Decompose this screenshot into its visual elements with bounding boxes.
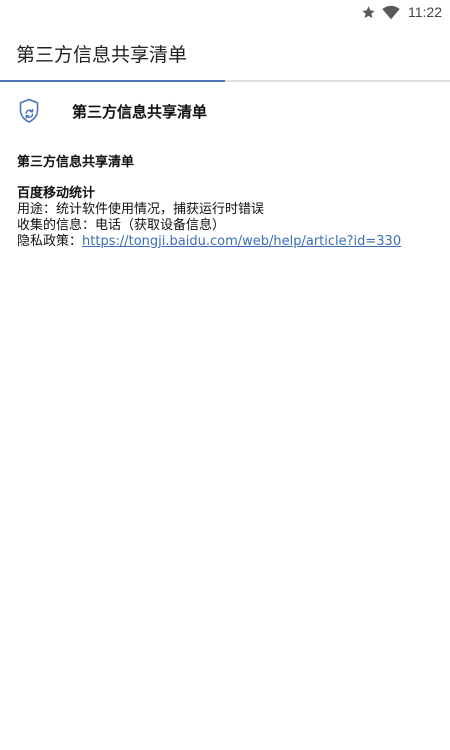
- status-time: 11:22: [408, 4, 442, 20]
- shield-icon: [18, 98, 40, 124]
- app-bar: 第三方信息共享清单: [0, 25, 450, 81]
- sdk-name: 百度移动统计: [17, 186, 96, 201]
- wifi-icon: [382, 5, 400, 20]
- sdk-collected-value: 电话（获取设备信息）: [95, 218, 226, 233]
- sdk-collected-line: 收集的信息：电话（获取设备信息）: [17, 218, 437, 234]
- sdk-entry: 百度移动统计 用途：统计软件使用情况，捕获运行时错误 收集的信息：电话（获取设备…: [17, 186, 437, 250]
- sdk-policy-label: 隐私政策：: [17, 234, 83, 249]
- privacy-policy-link[interactable]: https://tongji.baidu.com/web/help/articl…: [82, 234, 401, 249]
- app-bar-title: 第三方信息共享清单: [16, 44, 188, 66]
- sdk-purpose-line: 用途：统计软件使用情况，捕获运行时错误: [17, 202, 437, 218]
- sdk-purpose-value: 统计软件使用情况，捕获运行时错误: [56, 202, 265, 217]
- header-row: 第三方信息共享清单: [0, 92, 450, 130]
- content: 第三方信息共享清单 百度移动统计 用途：统计软件使用情况，捕获运行时错误 收集的…: [17, 155, 437, 250]
- screen: 11:22 第三方信息共享清单 第三方信息共享清单 第三方信息共享清单 百度移动…: [0, 0, 450, 750]
- header-title: 第三方信息共享清单: [72, 103, 208, 121]
- content-title: 第三方信息共享清单: [17, 155, 135, 170]
- app-bar-accent-indicator: [0, 80, 225, 82]
- status-icons: 11:22: [361, 3, 442, 21]
- status-bar: 11:22: [0, 0, 450, 25]
- star-icon: [361, 5, 376, 20]
- sdk-collected-label: 收集的信息：: [17, 218, 96, 233]
- sdk-policy-line: 隐私政策：https://tongji.baidu.com/web/help/a…: [17, 234, 437, 250]
- sdk-purpose-label: 用途：: [17, 202, 57, 217]
